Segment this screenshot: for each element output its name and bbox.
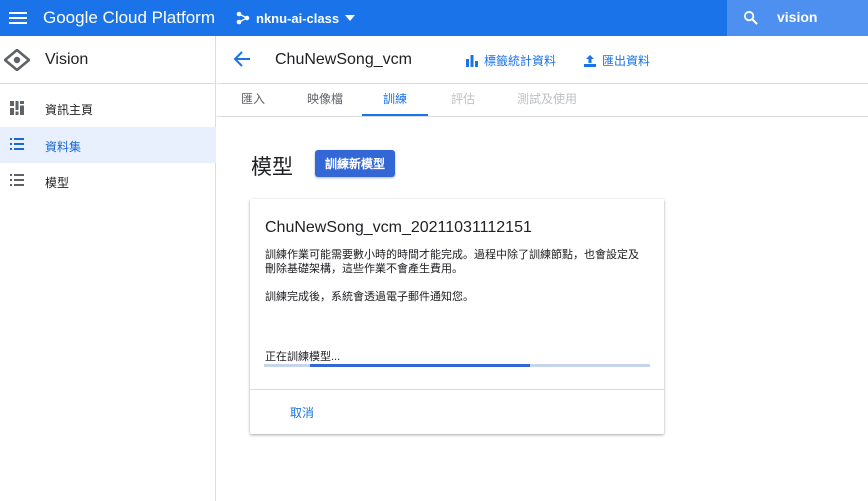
tab-test-and-use: 測試及使用 [516, 92, 577, 106]
tab-images[interactable]: 映像檔 [289, 84, 361, 116]
list-icon [10, 138, 24, 150]
product-name: Vision [45, 51, 89, 68]
search-icon [743, 10, 758, 25]
back-arrow-icon[interactable] [233, 50, 251, 68]
dataset-header: ChuNewSong_vcm 標籤統計資料 匯出資料 [217, 36, 868, 84]
export-label: 匯出資料 [602, 54, 651, 68]
list-icon [10, 174, 24, 186]
dropdown-caret-icon [345, 15, 356, 21]
tab-train[interactable]: 訓練 [362, 84, 428, 116]
brand-title[interactable]: Google Cloud Platform [43, 8, 215, 28]
training-card: ChuNewSong_vcm_20211031112151 訓練作業可能需要數小… [250, 199, 664, 434]
cancel-button[interactable]: 取消 [290, 404, 314, 421]
card-divider [250, 389, 664, 390]
menu-icon[interactable] [6, 6, 30, 30]
product-header: Vision [0, 36, 216, 84]
sidebar-item-label: 資訊主頁 [45, 103, 94, 117]
upload-icon [584, 54, 596, 67]
sidebar-item-label: 資料集 [45, 140, 82, 154]
left-nav: Vision 資訊主頁 資料集 模型 [0, 36, 216, 501]
sidebar-item-datasets[interactable]: 資料集 [0, 127, 216, 163]
bar-chart-icon [466, 54, 478, 67]
vision-product-icon [4, 49, 30, 71]
training-status: 正在訓練模型... [265, 351, 341, 363]
label-stats-label: 標籤統計資料 [484, 54, 557, 68]
sidebar-item-models[interactable]: 模型 [0, 163, 216, 199]
search-box[interactable]: vision [727, 0, 868, 36]
project-hub-icon [236, 11, 250, 25]
tab-import[interactable]: 匯入 [217, 84, 289, 116]
dataset-tabs: 匯入 映像檔 訓練 評估 測試及使用 [217, 84, 868, 117]
search-input[interactable]: vision [777, 9, 817, 25]
model-name: ChuNewSong_vcm_20211031112151 [265, 219, 532, 236]
export-button[interactable]: 匯出資料 [584, 52, 650, 69]
progress-fill [310, 364, 531, 367]
models-heading: 模型 [251, 156, 293, 179]
label-stats-button[interactable]: 標籤統計資料 [466, 52, 556, 69]
train-new-model-button[interactable]: 訓練新模型 [315, 150, 395, 177]
notify-text: 訓練完成後，系統會透過電子郵件通知您。 [265, 291, 474, 303]
page-title: ChuNewSong_vcm [275, 51, 412, 68]
tab-evaluate: 評估 [450, 92, 475, 106]
top-app-bar: Google Cloud Platform nknu-ai-class visi… [0, 0, 868, 36]
sidebar-item-label: 模型 [45, 176, 70, 190]
project-selector[interactable]: nknu-ai-class [236, 6, 356, 30]
training-description: 訓練作業可能需要數小時的時間才能完成。過程中除了訓練節點，也會設定及刪除基礎架構… [265, 249, 639, 275]
progress-bar [264, 364, 650, 367]
project-name: nknu-ai-class [256, 10, 340, 26]
sidebar-item-dashboard[interactable]: 資訊主頁 [0, 90, 216, 126]
dashboard-icon [10, 101, 24, 115]
